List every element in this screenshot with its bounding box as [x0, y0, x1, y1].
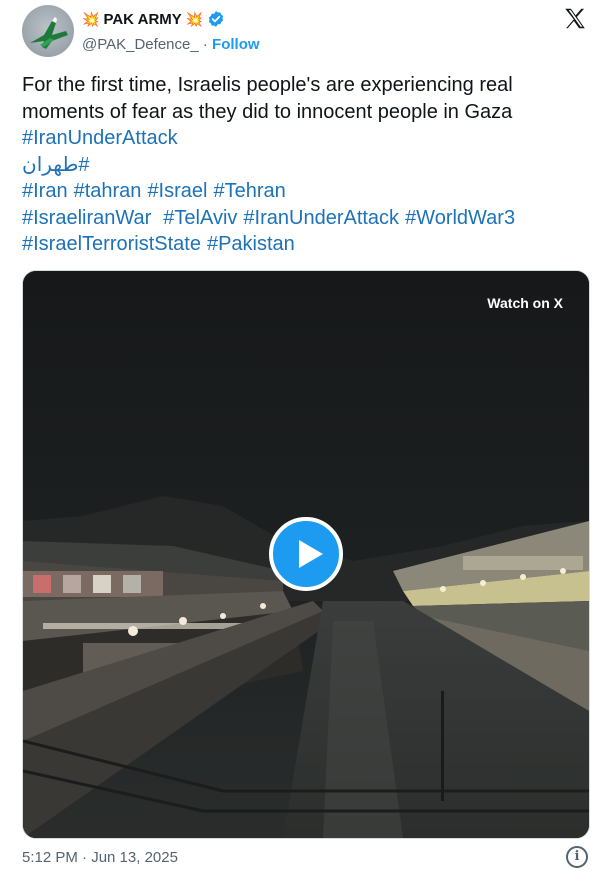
x-logo-icon[interactable]	[562, 6, 588, 32]
hashtag-link[interactable]: #WorldWar3	[405, 207, 515, 229]
hashtag-link[interactable]: #TelAviv	[163, 207, 237, 229]
author-handle-row: @PAK_Defence_ · Follow	[82, 36, 260, 53]
tweet-text-line: For the first time, Israelis people's ar…	[22, 74, 513, 96]
fighter-jet-icon	[30, 17, 68, 49]
hashtag-link[interactable]: #Israel	[147, 180, 207, 202]
hashtag-link[interactable]: #tahran	[74, 180, 142, 202]
hashtag-link[interactable]: #طهران	[22, 154, 90, 176]
author-name-row: 💥 PAK ARMY 💥	[82, 9, 225, 29]
collision-icon: 💥	[185, 11, 204, 27]
video-player[interactable]: Watch on X	[22, 270, 590, 839]
hashtag-link[interactable]: #IranUnderAttack	[243, 207, 399, 229]
author-name[interactable]: PAK ARMY	[103, 11, 181, 28]
watch-on-x-link[interactable]: Watch on X	[487, 295, 563, 311]
follow-link[interactable]: Follow	[212, 36, 260, 53]
avatar[interactable]	[22, 5, 74, 57]
tweet-text: For the first time, Israelis people's ar…	[22, 72, 582, 258]
hashtag-link[interactable]: #IsraeliranWar	[22, 207, 151, 229]
separator-dot: ·	[202, 36, 208, 53]
hashtag-link[interactable]: #Tehran	[213, 180, 285, 202]
author-handle[interactable]: @PAK_Defence_	[82, 36, 199, 53]
hashtag-link[interactable]: #IsraelTerroristState	[22, 233, 201, 255]
tweet-timestamp[interactable]: 5:12 PM · Jun 13, 2025	[22, 849, 178, 866]
verified-icon	[209, 11, 224, 27]
tweet-text-line: moments of fear as they did to innocent …	[22, 100, 513, 123]
hashtag-link[interactable]: #Pakistan	[207, 233, 295, 255]
collision-icon: 💥	[82, 11, 100, 27]
play-icon[interactable]	[269, 517, 343, 591]
embedded-tweet: 💥 PAK ARMY 💥 @PAK_Defence_ · Follow For …	[0, 0, 594, 875]
info-icon[interactable]: i	[566, 846, 588, 868]
hashtag-link[interactable]: #Iran	[22, 180, 68, 202]
hashtag-link[interactable]: #IranUnderAttack	[22, 127, 178, 149]
